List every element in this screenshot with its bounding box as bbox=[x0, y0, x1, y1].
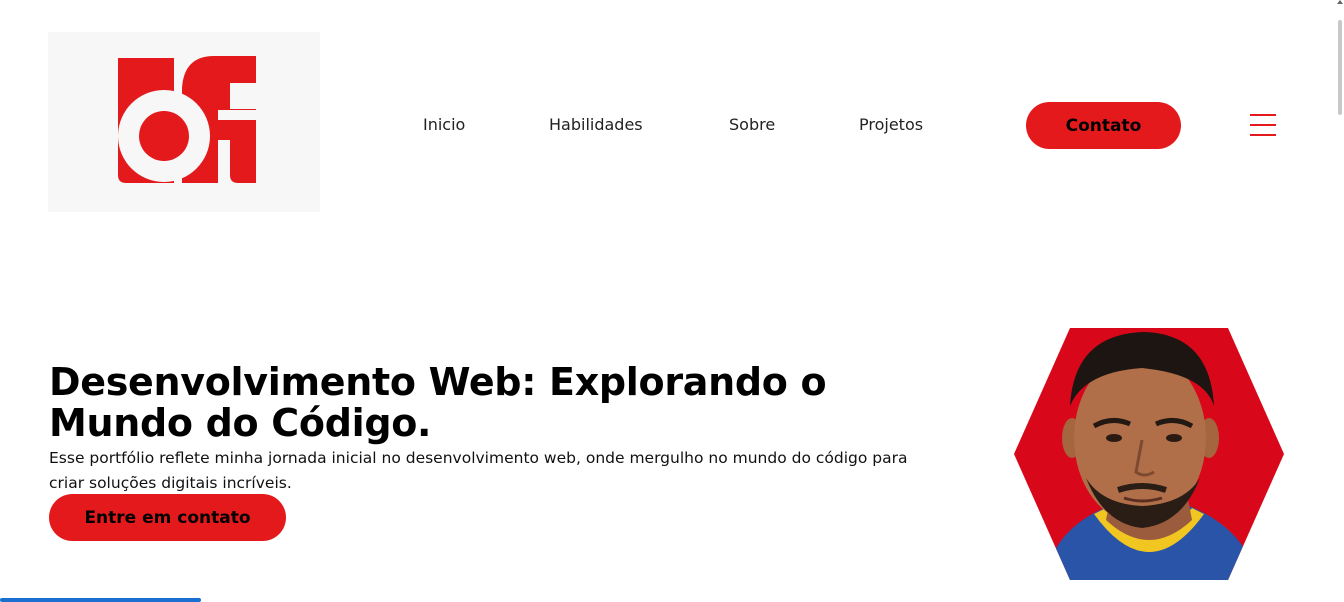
page: Inicio Habilidades Sobre Projetos Contat… bbox=[0, 0, 1344, 602]
nav-item-inicio[interactable]: Inicio bbox=[423, 115, 465, 134]
hero-title: Desenvolvimento Web: Explorando o Mundo … bbox=[49, 360, 827, 445]
bottom-progress-bar bbox=[0, 598, 201, 602]
contact-button[interactable]: Contato bbox=[1026, 102, 1181, 149]
menu-line bbox=[1250, 124, 1276, 126]
scroll-up-arrow-icon[interactable] bbox=[1337, 0, 1343, 4]
menu-line bbox=[1250, 114, 1276, 116]
hero-description: Esse portfólio reflete minha jornada ini… bbox=[49, 449, 908, 492]
scrollbar[interactable] bbox=[1338, 20, 1342, 115]
hamburger-menu-icon[interactable] bbox=[1248, 111, 1278, 139]
nav-item-habilidades[interactable]: Habilidades bbox=[549, 115, 643, 134]
cta-contact-button[interactable]: Entre em contato bbox=[49, 494, 286, 541]
nav-item-sobre[interactable]: Sobre bbox=[729, 115, 775, 134]
profile-photo bbox=[1014, 328, 1284, 580]
nav-item-projetos[interactable]: Projetos bbox=[859, 115, 923, 134]
df-logo-icon bbox=[118, 56, 256, 183]
logo[interactable] bbox=[48, 32, 320, 212]
menu-line bbox=[1250, 134, 1276, 136]
